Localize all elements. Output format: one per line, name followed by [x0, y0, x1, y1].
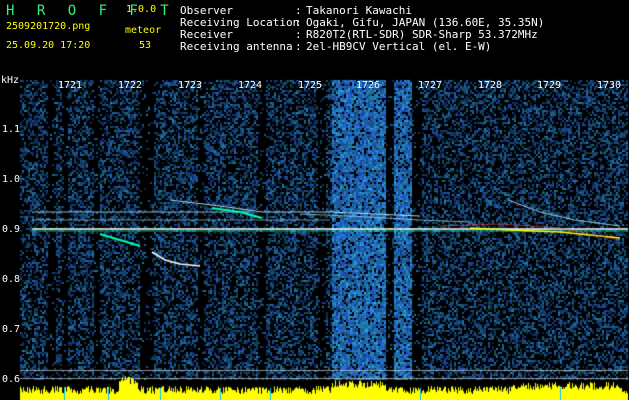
meteor-count: 53: [139, 40, 152, 51]
x-tick-label: 1726: [356, 80, 381, 91]
info-value-observer: Takanori Kawachi: [306, 4, 412, 17]
x-tick-label: 1727: [418, 80, 443, 91]
x-tick-label: 1725: [298, 80, 323, 91]
x-tick-label: 1721: [58, 80, 83, 91]
x-tick-label: 1729: [537, 80, 562, 91]
y-tick-label: 1.0: [2, 174, 21, 185]
y-tick-label: 0.7: [2, 324, 21, 335]
datetime-label: 25.09.20 17:20: [6, 40, 91, 51]
y-axis-unit: kHz: [1, 75, 20, 86]
spectrogram-canvas: [0, 0, 629, 400]
x-tick-label: 1722: [118, 80, 143, 91]
info-sep: :: [295, 40, 302, 53]
x-tick-label: 1730: [597, 80, 622, 91]
info-label-location: Receiving Location: [180, 16, 300, 29]
info-sep: :: [295, 28, 302, 41]
info-sep: :: [295, 4, 302, 17]
y-tick-label: 1.1: [2, 124, 21, 135]
x-tick-label: 1728: [478, 80, 503, 91]
version-label: 1.0.0: [126, 4, 157, 15]
info-value-location: Ogaki, Gifu, JAPAN (136.60E, 35.35N): [306, 16, 545, 29]
info-value-antenna: 2el-HB9CV Vertical (el. E-W): [306, 40, 492, 53]
meteor-label: meteor: [125, 25, 162, 36]
info-label-antenna: Receiving antenna: [180, 40, 293, 53]
info-label-observer: Observer: [180, 4, 233, 17]
info-label-receiver: Receiver: [180, 28, 233, 41]
filename-label: 2509201720.png: [6, 21, 91, 32]
info-value-receiver: R820T2(RTL-SDR) SDR-Sharp 53.372MHz: [306, 28, 538, 41]
y-tick-label: 0.6: [2, 374, 21, 385]
y-tick-label: 0.8: [2, 274, 21, 285]
x-tick-label: 1724: [238, 80, 263, 91]
y-tick-label: 0.9: [2, 224, 21, 235]
info-sep: :: [295, 16, 302, 29]
x-tick-label: 1723: [178, 80, 203, 91]
